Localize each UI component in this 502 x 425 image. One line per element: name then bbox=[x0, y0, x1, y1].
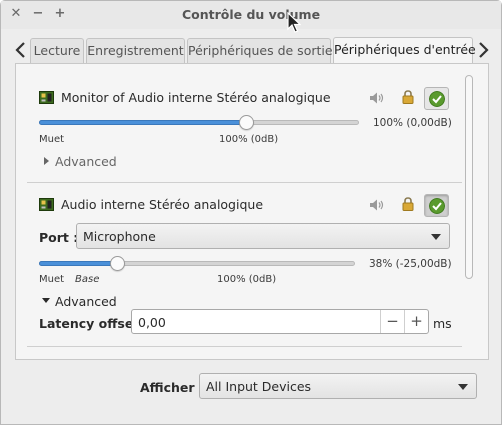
mouse-pointer-icon bbox=[287, 12, 301, 33]
set-default-button[interactable] bbox=[424, 87, 449, 110]
tab-label: Périphériques de sortie bbox=[188, 43, 333, 58]
device-separator bbox=[27, 346, 462, 347]
port-label: Port : bbox=[39, 230, 79, 245]
increment-button[interactable]: + bbox=[404, 310, 428, 333]
full-volume-mark-label: 100% (0dB) bbox=[219, 134, 279, 145]
tab-label: Enregistrement bbox=[87, 43, 184, 58]
show-label: Afficher : bbox=[140, 380, 204, 395]
advanced-label: Advanced bbox=[55, 294, 117, 309]
port-select-value: Microphone bbox=[83, 229, 156, 244]
device-name: Monitor of Audio interne Stéréo analogiq… bbox=[61, 90, 331, 105]
volume-readout: 100% (0,00dB) bbox=[373, 117, 452, 129]
volume-slider-fill bbox=[39, 120, 247, 125]
mute-mark-label: Muet bbox=[39, 134, 65, 145]
panel-scrollbar[interactable] bbox=[465, 75, 473, 279]
latency-offset-value[interactable]: 0,00 bbox=[138, 315, 166, 330]
check-icon bbox=[429, 198, 445, 214]
minus-icon: − bbox=[386, 312, 399, 330]
tab-label: Périphériques d'entrée bbox=[334, 42, 476, 57]
lock-channels-icon[interactable] bbox=[402, 197, 414, 211]
tab-input-devices[interactable]: Périphériques d'entrée bbox=[333, 37, 476, 63]
show-devices-select[interactable]: All Input Devices bbox=[199, 373, 477, 399]
port-select[interactable]: Microphone bbox=[76, 223, 450, 249]
device-separator bbox=[27, 182, 462, 183]
speaker-icon[interactable] bbox=[369, 91, 385, 105]
base-volume-mark-label: Base bbox=[75, 274, 100, 285]
volume-slider-knob[interactable] bbox=[239, 115, 255, 130]
volume-slider-fill bbox=[39, 261, 117, 266]
tab-scroll-left-icon[interactable] bbox=[14, 41, 28, 59]
check-icon bbox=[429, 91, 445, 107]
titlebar: ✕ − + Contrôle du volume bbox=[1, 1, 501, 29]
window-title: Contrôle du volume bbox=[181, 7, 321, 22]
volume-slider-knob[interactable] bbox=[109, 256, 125, 271]
chevron-down-icon bbox=[431, 234, 441, 240]
lock-channels-icon[interactable] bbox=[402, 90, 414, 104]
show-devices-select-value: All Input Devices bbox=[206, 379, 312, 394]
volume-slider[interactable] bbox=[39, 261, 355, 266]
volume-slider[interactable] bbox=[39, 120, 359, 125]
latency-offset-label: Latency offset: bbox=[39, 316, 145, 331]
volume-readout: 38% (-25,00dB) bbox=[369, 258, 452, 270]
tab-playback[interactable]: Lecture bbox=[30, 38, 84, 63]
sound-card-icon bbox=[39, 91, 54, 104]
tab-recording[interactable]: Enregistrement bbox=[86, 38, 185, 63]
tab-scroll-right-icon[interactable] bbox=[476, 41, 490, 59]
expand-down-icon bbox=[42, 298, 50, 303]
advanced-expander[interactable]: Advanced bbox=[41, 294, 117, 309]
sound-card-icon bbox=[39, 198, 54, 211]
advanced-label: Advanced bbox=[55, 154, 117, 169]
full-volume-mark-label: 100% (0dB) bbox=[217, 274, 277, 285]
expand-right-icon bbox=[44, 157, 49, 165]
latency-offset-spinbutton[interactable]: 0,00 − + bbox=[131, 309, 429, 334]
advanced-expander[interactable]: Advanced bbox=[43, 154, 117, 169]
set-default-button[interactable] bbox=[424, 194, 449, 217]
plus-icon: + bbox=[410, 312, 423, 330]
decrement-button[interactable]: − bbox=[380, 310, 404, 333]
speaker-icon[interactable] bbox=[369, 198, 385, 212]
device-name: Audio interne Stéréo analogique bbox=[61, 197, 264, 212]
latency-unit: ms bbox=[433, 316, 452, 331]
volume-control-window: ✕ − + Contrôle du volume Lecture Enregis… bbox=[0, 0, 502, 425]
chevron-down-icon bbox=[458, 384, 468, 390]
mute-mark-label: Muet bbox=[39, 274, 65, 285]
tab-output-devices[interactable]: Périphériques de sortie bbox=[187, 38, 333, 63]
tab-label: Lecture bbox=[33, 43, 81, 58]
